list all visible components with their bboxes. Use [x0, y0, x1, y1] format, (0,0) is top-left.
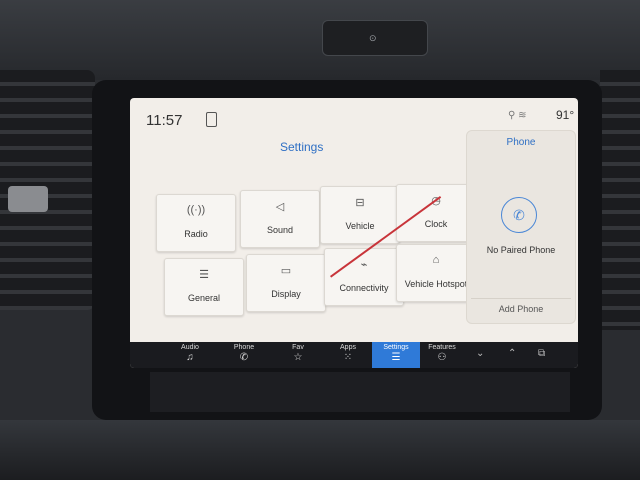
status-icons: ⚲ ≋	[508, 110, 527, 121]
tile-vehicle-hotspot[interactable]: ⌂ Vehicle Hotspot	[396, 244, 476, 302]
tile-sound[interactable]: ◁ Sound	[240, 190, 320, 248]
nav-settings[interactable]: Settings ☰	[372, 342, 420, 368]
tile-connectivity[interactable]: ⌁ Connectivity	[324, 248, 404, 306]
page-indicator	[308, 334, 332, 347]
nav-apps[interactable]: Apps ⁙	[324, 342, 372, 368]
nav-fav[interactable]: Fav ☆	[274, 342, 322, 368]
add-phone-button[interactable]: Add Phone	[471, 298, 571, 319]
tile-radio[interactable]: ((·)) Radio	[156, 194, 236, 252]
chevron-down-icon[interactable]: ⌄	[476, 348, 484, 359]
speaker-icon: ◁	[275, 201, 285, 213]
dashboard-top	[0, 0, 640, 80]
phone-panel[interactable]: Phone ✆ No Paired Phone Add Phone	[466, 130, 576, 324]
tile-general[interactable]: ☰ General	[164, 258, 244, 316]
nav-features[interactable]: Features ⚇	[418, 342, 466, 368]
connectivity-icon: ⌁	[360, 259, 368, 271]
car-features-icon: ⚇	[437, 352, 447, 363]
page-title: Settings	[280, 140, 324, 154]
apps-grid-icon: ⁙	[343, 352, 353, 363]
sliders-icon: ☰	[199, 269, 209, 281]
dashboard-lower	[0, 420, 640, 480]
bottom-nav-bar: Audio ♫ Phone ✆ Fav ☆ Apps ⁙ Settings ☰ …	[130, 342, 578, 368]
phone-status: No Paired Phone	[486, 245, 556, 255]
copy-icon[interactable]: ⧉	[538, 348, 545, 359]
phone-projection-icon[interactable]	[206, 112, 217, 127]
nav-audio[interactable]: Audio ♫	[166, 342, 214, 368]
hazard-icon: ⊙	[369, 33, 377, 43]
tile-display[interactable]: ▭ Display	[246, 254, 326, 312]
hotspot-icon: ⌂	[432, 254, 440, 266]
clock-time: 11:57	[146, 112, 183, 129]
tile-clock[interactable]: ◷ Clock	[396, 184, 476, 242]
phone-panel-title: Phone	[506, 137, 536, 148]
nav-phone[interactable]: Phone ✆	[220, 342, 268, 368]
radio-antenna-icon: ((·))	[186, 204, 206, 216]
music-note-icon: ♫	[186, 352, 194, 363]
hazard-button[interactable]: ⊙	[322, 20, 428, 56]
chevron-up-icon[interactable]: ⌃	[508, 348, 516, 359]
display-chin	[150, 372, 570, 412]
vehicle-settings-icon: ⊟	[355, 197, 365, 209]
phone-icon: ✆	[239, 352, 249, 363]
vent-knob[interactable]	[8, 186, 48, 212]
air-vent-right	[600, 70, 640, 330]
phone-icon[interactable]: ✆	[501, 197, 537, 233]
infotainment-screen: 11:57 ⚲ ≋ 91° Settings ((·)) Radio ◁ Sou…	[130, 98, 578, 368]
star-icon: ☆	[293, 352, 303, 363]
display-icon: ▭	[280, 265, 292, 277]
outside-temperature: 91°	[556, 108, 575, 122]
settings-sliders-icon: ☰	[391, 352, 401, 363]
